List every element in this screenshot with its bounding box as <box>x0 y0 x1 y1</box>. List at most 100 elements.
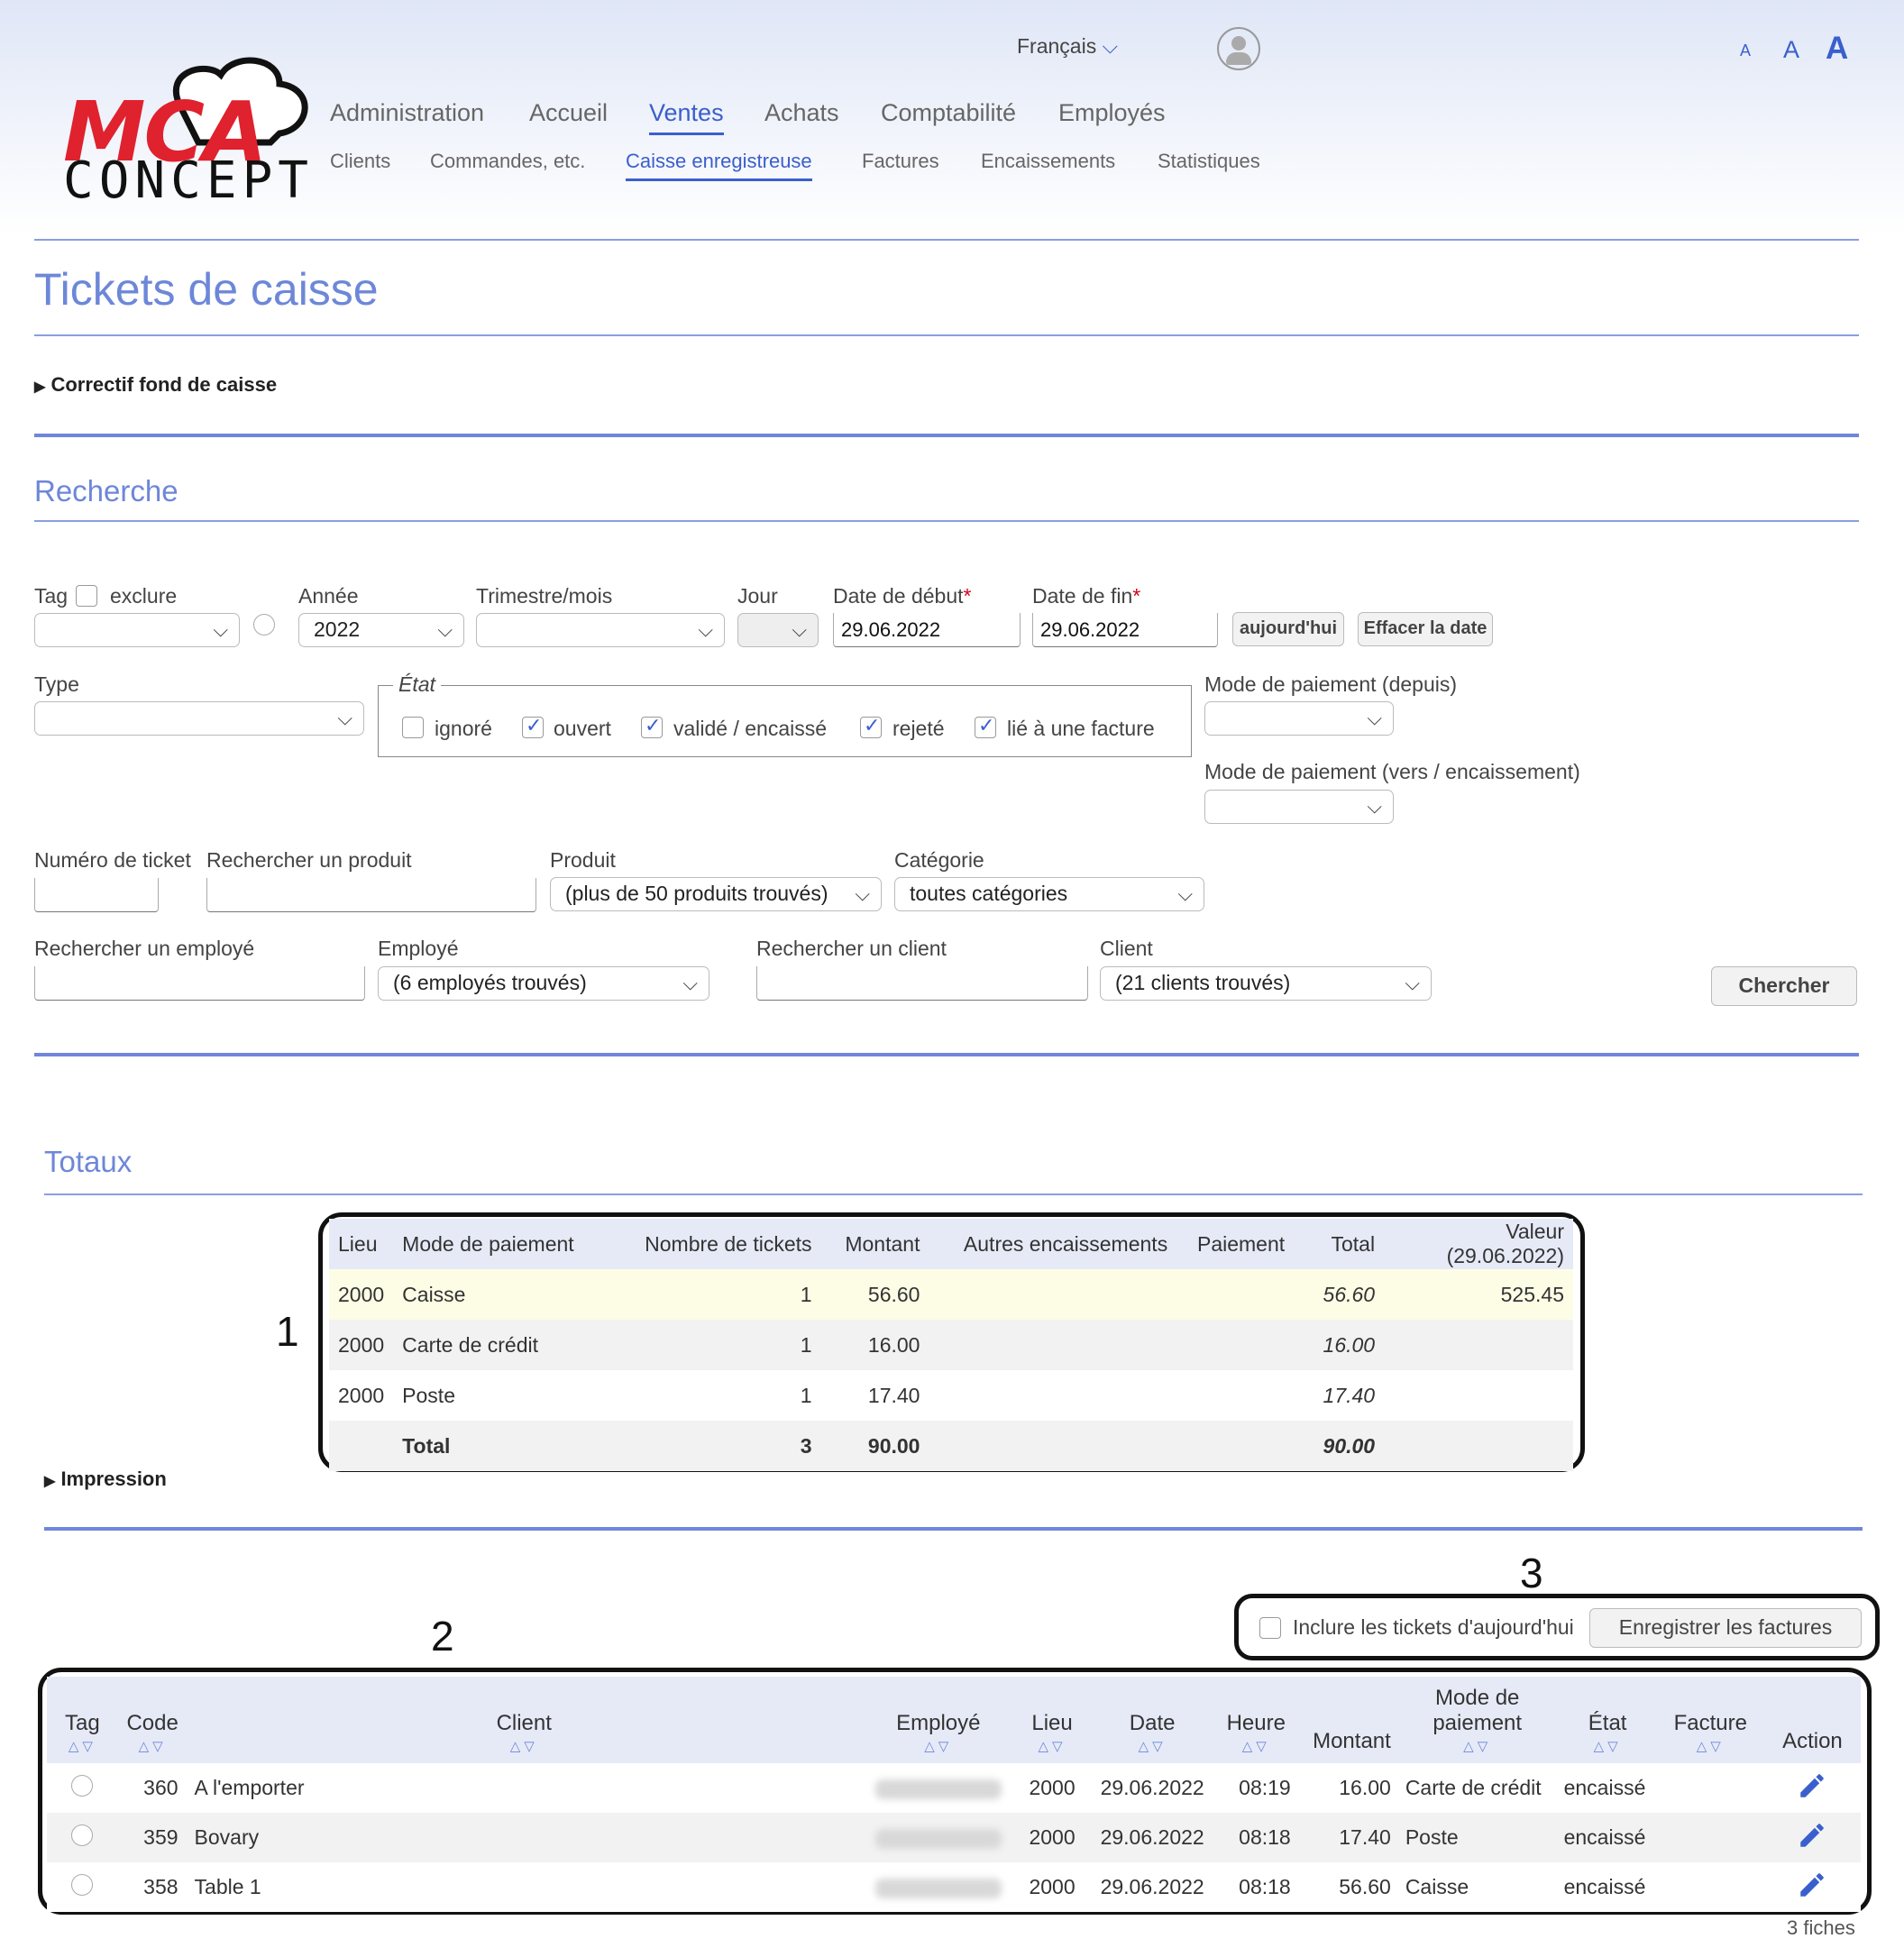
nav-achats[interactable]: Achats <box>764 99 839 127</box>
etat-valide-checkbox[interactable] <box>641 714 663 738</box>
user-avatar-icon[interactable] <box>1217 27 1260 70</box>
th-tag[interactable]: Tag △▽ <box>47 1677 118 1763</box>
mode-vers-select[interactable]: ⌵ <box>1204 790 1394 824</box>
edit-pencil-icon[interactable] <box>1797 1820 1827 1851</box>
font-size-large[interactable]: A <box>1826 31 1848 67</box>
exclude-checkbox[interactable] <box>76 585 97 607</box>
th-employe[interactable]: Employé △▽ <box>860 1677 1016 1763</box>
th-facture[interactable]: Facture △▽ <box>1656 1677 1764 1763</box>
edit-pencil-icon[interactable] <box>1797 1770 1827 1801</box>
nav-comptabilite[interactable]: Comptabilité <box>881 99 1016 127</box>
page-title: Tickets de caisse <box>34 264 379 315</box>
row-radio[interactable] <box>71 1873 94 1896</box>
include-today-label: Inclure les tickets d'aujourd'hui <box>1293 1615 1574 1639</box>
callout-number-2: 2 <box>431 1613 454 1660</box>
subnav-commandes[interactable]: Commandes, etc. <box>430 150 585 173</box>
etat-facture-checkbox[interactable] <box>975 714 996 738</box>
subnav-statistiques[interactable]: Statistiques <box>1158 150 1260 173</box>
sort-arrows-icon[interactable]: △▽ <box>188 1738 861 1754</box>
th-heure[interactable]: Heure △▽ <box>1215 1677 1296 1763</box>
subnav-factures[interactable]: Factures <box>862 150 939 173</box>
nav-ventes[interactable]: Ventes <box>649 99 724 135</box>
subnav-clients[interactable]: Clients <box>330 150 390 173</box>
etat-rejete-checkbox[interactable] <box>860 714 882 738</box>
correctif-label: Correctif fond de caisse <box>50 373 278 396</box>
th-mode[interactable]: Mode de paiement △▽ <box>1396 1677 1559 1763</box>
etat-ignore-label: ignoré <box>435 717 492 740</box>
search-button[interactable]: Chercher <box>1711 966 1857 1006</box>
th-code[interactable]: Code △▽ <box>117 1677 188 1763</box>
sort-arrows-icon[interactable]: △▽ <box>1216 1738 1296 1754</box>
clear-date-button[interactable]: Effacer la date <box>1358 612 1493 646</box>
etat-ouvert-checkbox[interactable] <box>522 714 544 738</box>
rechercher-employe-input[interactable] <box>34 966 365 1001</box>
nav-employes[interactable]: Employés <box>1058 99 1166 127</box>
cell-lieu: 2000 <box>1029 1776 1076 1799</box>
cell-client[interactable]: Bovary <box>188 1813 861 1862</box>
annee-select[interactable]: 2022 ⌵ <box>298 613 464 647</box>
divider <box>34 239 1859 241</box>
jour-select[interactable]: ⌵ <box>737 613 819 647</box>
tickets-table: Tag △▽ Code △▽ Client △▽ Employé △▽ Lieu… <box>47 1677 1861 1912</box>
row-radio[interactable] <box>71 1824 94 1846</box>
subnav-encaissements[interactable]: Encaissements <box>981 150 1115 173</box>
include-today-checkbox[interactable] <box>1259 1617 1281 1639</box>
row-radio[interactable] <box>71 1774 94 1797</box>
cell: 16.00 <box>867 1332 920 1357</box>
client-value: (21 clients trouvés) <box>1115 971 1291 994</box>
sort-arrows-icon[interactable]: △▽ <box>118 1738 188 1754</box>
sort-arrows-icon[interactable]: △▽ <box>1088 1738 1215 1754</box>
impression-toggle[interactable]: ▶ Impression <box>44 1468 167 1491</box>
today-button[interactable]: aujourd'hui <box>1232 612 1344 646</box>
cell: Carte de crédit <box>402 1332 539 1357</box>
produit-select[interactable]: (plus de 50 produits trouvés) ⌵ <box>550 877 882 911</box>
edit-pencil-icon[interactable] <box>1797 1870 1827 1900</box>
mode-depuis-select[interactable]: ⌵ <box>1204 701 1394 736</box>
type-select[interactable]: ⌵ <box>34 701 364 736</box>
th-client[interactable]: Client △▽ <box>187 1677 861 1763</box>
sort-arrows-icon[interactable]: △▽ <box>1396 1738 1559 1754</box>
client-label: Client <box>1100 937 1153 960</box>
chevron-down-icon: ⌵ <box>855 882 870 905</box>
rechercher-client-label: Rechercher un client <box>756 937 947 960</box>
rechercher-produit-input[interactable] <box>206 878 536 912</box>
logo[interactable]: MCA CONCEPT <box>54 43 316 210</box>
date-debut-input[interactable] <box>833 613 1021 647</box>
rechercher-employe-label: Rechercher un employé <box>34 937 255 960</box>
annee-value: 2022 <box>314 617 361 641</box>
rechercher-client-input[interactable] <box>756 966 1088 1001</box>
cell-date: 29.06.2022 <box>1100 1825 1204 1849</box>
exclude-label: exclure <box>110 584 178 608</box>
categorie-select[interactable]: toutes catégories ⌵ <box>894 877 1204 911</box>
sort-arrows-icon[interactable]: △▽ <box>1559 1738 1657 1754</box>
th-date[interactable]: Date △▽ <box>1088 1677 1216 1763</box>
nav-accueil[interactable]: Accueil <box>529 99 608 127</box>
date-fin-input[interactable] <box>1032 613 1218 647</box>
font-size-small[interactable]: A <box>1740 41 1751 60</box>
cell-mode: Carte de crédit <box>1405 1776 1542 1799</box>
correctif-toggle[interactable]: ▶ Correctif fond de caisse <box>34 373 277 397</box>
sort-arrows-icon[interactable]: △▽ <box>47 1738 118 1754</box>
subnav-caisse[interactable]: Caisse enregistreuse <box>626 150 812 181</box>
sort-arrows-icon[interactable]: △▽ <box>1016 1738 1089 1754</box>
cell-client[interactable]: A l'emporter <box>188 1763 861 1813</box>
table-row: 360 A l'emporter 2000 29.06.2022 08:19 1… <box>47 1763 1861 1813</box>
sort-arrows-icon[interactable]: △▽ <box>1657 1738 1764 1754</box>
trimestre-select[interactable]: ⌵ <box>476 613 725 647</box>
language-selector[interactable]: Français ⌵ <box>1017 34 1118 59</box>
nav-administration[interactable]: Administration <box>330 99 484 127</box>
etat-ignore-checkbox[interactable] <box>402 717 424 738</box>
numero-ticket-input[interactable] <box>34 878 159 912</box>
cell: 3 <box>800 1433 812 1458</box>
sort-arrows-icon[interactable]: △▽ <box>861 1738 1016 1754</box>
font-size-medium[interactable]: A <box>1783 36 1799 64</box>
cell-client[interactable]: Table 1 <box>188 1862 861 1912</box>
save-invoices-button[interactable]: Enregistrer les factures <box>1589 1608 1862 1648</box>
th-etat[interactable]: État △▽ <box>1558 1677 1657 1763</box>
tag-select[interactable]: ⌵ <box>34 613 240 647</box>
client-select[interactable]: (21 clients trouvés) ⌵ <box>1100 966 1432 1001</box>
cell-etat: encaissé <box>1563 1825 1646 1849</box>
th-lieu[interactable]: Lieu △▽ <box>1015 1677 1089 1763</box>
tag-radio[interactable] <box>253 614 275 636</box>
employe-select[interactable]: (6 employés trouvés) ⌵ <box>378 966 709 1001</box>
